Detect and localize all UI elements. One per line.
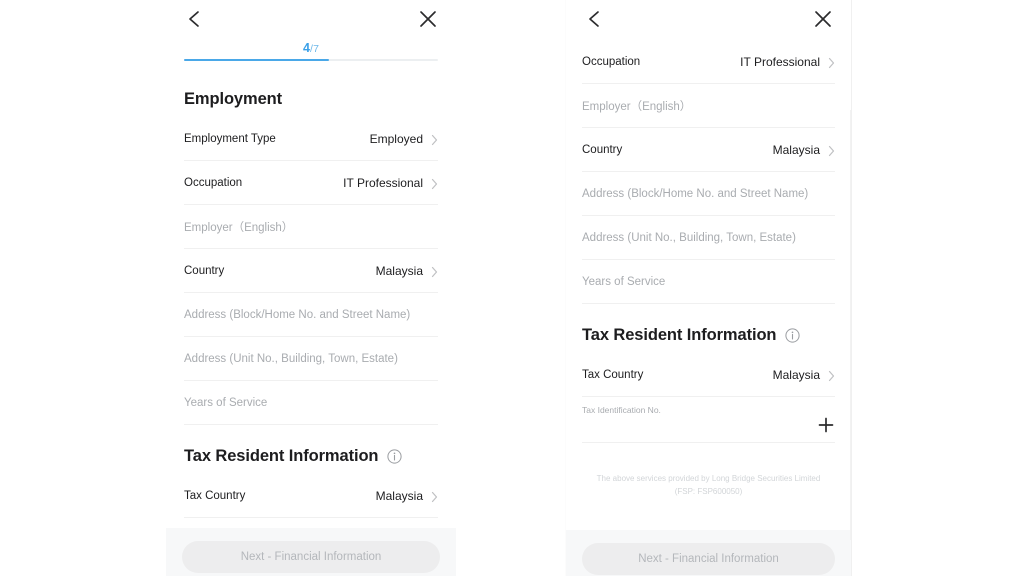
row-tax-country[interactable]: Tax Country Malaysia	[582, 353, 835, 397]
screenshot-stage: 4/7 Employment Employment Type Employed	[0, 0, 1024, 576]
tax-identification-placeholder: Tax Identification No.	[582, 405, 661, 415]
close-icon[interactable]	[416, 7, 440, 31]
nav-bar-right	[566, 0, 851, 40]
years-of-service-placeholder: Years of Service	[184, 396, 268, 409]
row-value: Malaysia	[375, 263, 423, 278]
employment-heading-text: Employment	[184, 90, 283, 108]
row-label: Employment Type	[184, 132, 276, 145]
chevron-left-icon[interactable]	[584, 7, 606, 31]
row-value-group: Malaysia	[376, 264, 438, 278]
section-title-tax-resident: Tax Resident Information	[582, 326, 835, 345]
progress-step-label: 4/7	[184, 40, 438, 57]
progress-fill	[184, 59, 329, 61]
row-value: IT Professional	[343, 175, 423, 190]
address-unit-placeholder: Address (Unit No., Building, Town, Estat…	[582, 231, 796, 244]
row-country[interactable]: Country Malaysia	[582, 128, 835, 172]
row-label: Country	[184, 264, 225, 277]
disclaimer-line-1: The above services provided by Long Brid…	[596, 474, 821, 483]
row-address-street-input[interactable]: Address (Block/Home No. and Street Name)	[582, 172, 835, 216]
form-content-left: Employment Employment Type Employed Occu…	[166, 64, 456, 518]
chevron-left-icon[interactable]	[184, 7, 206, 31]
chevron-right-icon	[431, 133, 438, 145]
tax-resident-heading-text: Tax Resident Information	[582, 326, 777, 344]
progress-total-steps: /7	[310, 43, 320, 55]
info-circle-icon[interactable]	[387, 449, 403, 464]
row-tax-identification-no[interactable]: Tax Identification No.	[582, 397, 835, 443]
nav-bar-left	[166, 0, 456, 40]
phone-screen-right: Occupation IT Professional Employer（Engl…	[566, 0, 851, 576]
disclaimer-text: The above services provided by Long Brid…	[582, 473, 835, 498]
chevron-right-icon	[431, 265, 438, 277]
years-of-service-placeholder: Years of Service	[582, 275, 666, 288]
employer-placeholder: Employer（English）	[184, 221, 294, 234]
row-value-group: Malaysia	[773, 368, 835, 382]
progress-indicator-left: 4/7	[184, 40, 438, 64]
row-label: Tax Country	[582, 368, 644, 381]
row-years-of-service-input[interactable]: Years of Service	[184, 381, 438, 425]
chevron-right-icon	[828, 144, 835, 156]
row-value: Employed	[369, 131, 423, 146]
section-title-employment: Employment	[184, 90, 438, 109]
row-value: Malaysia	[772, 367, 820, 382]
row-value-group: IT Professional	[343, 176, 438, 190]
section-title-tax-resident: Tax Resident Information	[184, 447, 438, 466]
bottom-action-bar-left: Next - Financial Information	[166, 528, 456, 576]
address-street-placeholder: Address (Block/Home No. and Street Name)	[184, 308, 411, 321]
row-value-group: IT Professional	[740, 55, 835, 69]
tax-resident-heading-text: Tax Resident Information	[184, 447, 379, 465]
row-label: Occupation	[582, 55, 641, 68]
row-country[interactable]: Country Malaysia	[184, 249, 438, 293]
close-icon[interactable]	[811, 7, 835, 31]
row-label: Country	[582, 143, 623, 156]
row-value-group: Malaysia	[773, 143, 835, 157]
progress-current-step: 4	[302, 41, 311, 55]
row-label: Occupation	[184, 176, 243, 189]
row-employer-input[interactable]: Employer（English）	[184, 205, 438, 249]
row-address-street-input[interactable]: Address (Block/Home No. and Street Name)	[184, 293, 438, 337]
chevron-right-icon	[828, 56, 835, 68]
next-financial-information-button[interactable]: Next - Financial Information	[582, 543, 835, 575]
row-employer-input[interactable]: Employer（English）	[582, 84, 835, 128]
phone-screen-left: 4/7 Employment Employment Type Employed	[166, 0, 456, 576]
info-circle-icon[interactable]	[785, 328, 801, 343]
plus-icon[interactable]	[817, 416, 835, 434]
row-value-group: Malaysia	[376, 489, 438, 503]
row-tax-country[interactable]: Tax Country Malaysia	[184, 474, 438, 518]
row-occupation[interactable]: Occupation IT Professional	[582, 40, 835, 84]
address-street-placeholder: Address (Block/Home No. and Street Name)	[582, 187, 809, 200]
address-unit-placeholder: Address (Unit No., Building, Town, Estat…	[184, 352, 398, 365]
chevron-right-icon	[431, 490, 438, 502]
chevron-right-icon	[828, 369, 835, 381]
row-address-unit-input[interactable]: Address (Unit No., Building, Town, Estat…	[184, 337, 438, 381]
row-occupation[interactable]: Occupation IT Professional	[184, 161, 438, 205]
row-label: Tax Country	[184, 489, 246, 502]
next-financial-information-button[interactable]: Next - Financial Information	[182, 541, 440, 573]
bottom-action-bar-right: Next - Financial Information	[566, 530, 851, 576]
row-employment-type[interactable]: Employment Type Employed	[184, 117, 438, 161]
row-value: Malaysia	[375, 488, 423, 503]
row-value: IT Professional	[740, 54, 820, 69]
row-address-unit-input[interactable]: Address (Unit No., Building, Town, Estat…	[582, 216, 835, 260]
row-value-group: Employed	[370, 132, 438, 146]
employer-placeholder: Employer（English）	[582, 100, 692, 113]
chevron-right-icon	[431, 177, 438, 189]
progress-track	[184, 59, 438, 61]
row-years-of-service-input[interactable]: Years of Service	[582, 260, 835, 304]
row-value: Malaysia	[772, 142, 820, 157]
disclaimer-line-2: (FSP: FSP600050)	[674, 486, 743, 496]
form-content-right: Occupation IT Professional Employer（Engl…	[566, 40, 851, 498]
